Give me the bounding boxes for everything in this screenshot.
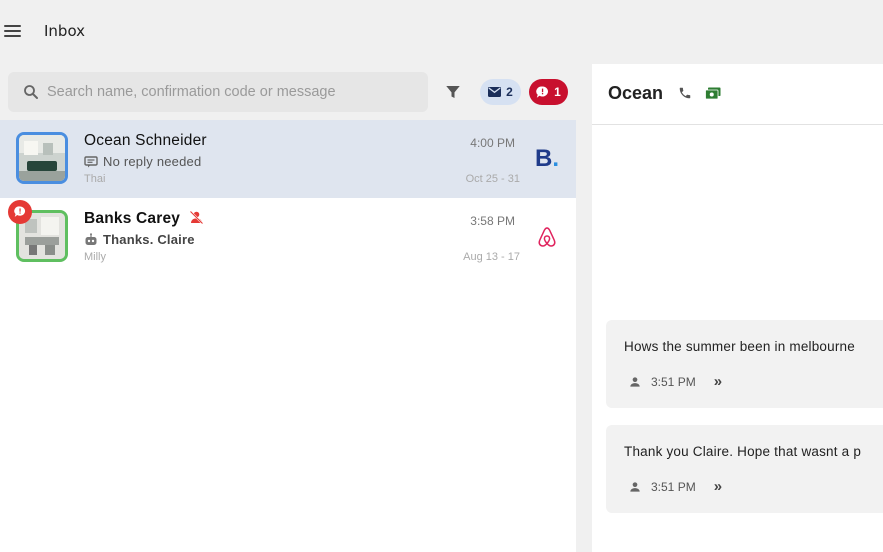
room-name: Thai [84, 173, 106, 185]
booking-logo-dot: . [552, 145, 559, 172]
person-icon [630, 481, 640, 492]
top-bar: Inbox [0, 0, 883, 64]
alert-message-badge[interactable]: 1 [529, 79, 568, 105]
chat-alert-icon [536, 85, 549, 98]
message-time: 4:00 PM [470, 136, 515, 150]
person-off-icon [189, 210, 203, 225]
filter-icon[interactable] [444, 83, 462, 101]
booking-logo-icon: B. [534, 145, 560, 172]
conversation-header: Ocean [592, 64, 883, 125]
search-input[interactable] [47, 84, 427, 100]
payment-icon[interactable] [705, 87, 721, 100]
expand-chevron-icon[interactable]: » [714, 478, 722, 495]
search-toolbar: 2 1 [0, 64, 576, 120]
conversation-detail-pane: Ocean Hows the summer been in melbourne … [592, 64, 883, 552]
last-message-preview: Thanks. Claire [84, 232, 195, 247]
room-name: Milly [84, 251, 106, 263]
guest-name-text: Banks Carey [84, 210, 181, 227]
conversation-item[interactable]: Banks Carey Thanks. Claire Milly 3:58 PM… [0, 198, 576, 276]
pane-divider [576, 64, 592, 552]
comment-off-icon [84, 155, 98, 167]
hamburger-menu-icon[interactable] [4, 23, 21, 39]
stay-dates: Oct 25 - 31 [465, 173, 520, 185]
unread-mail-count: 2 [506, 85, 513, 99]
message-bubble: Thank you Claire. Hope that wasnt a p 3:… [606, 425, 883, 513]
conversation-status-text: No reply needed [103, 154, 202, 169]
message-text: Thank you Claire. Hope that wasnt a p [624, 444, 862, 459]
conversation-guest-name: Ocean [608, 83, 664, 103]
message-time: 3:58 PM [470, 214, 515, 228]
property-thumbnail [16, 132, 68, 184]
message-time: 3:51 PM [651, 479, 696, 494]
page-title: Inbox [44, 22, 86, 40]
message-meta: 3:51 PM » [628, 478, 722, 495]
person-icon [630, 376, 640, 387]
airbnb-logo-icon [534, 224, 560, 250]
last-message-text: Thanks. Claire [103, 232, 195, 247]
message-text: Hows the summer been in melbourne [624, 339, 855, 354]
search-icon [24, 85, 38, 99]
stay-dates: Aug 13 - 17 [463, 251, 520, 263]
expand-chevron-icon[interactable]: » [714, 373, 722, 390]
conversation-item[interactable]: Ocean Schneider No reply needed Thai 4:0… [0, 120, 576, 198]
alert-icon [8, 200, 32, 224]
search-box[interactable] [8, 72, 428, 112]
guest-name: Ocean Schneider [84, 132, 207, 149]
guest-name: Banks Carey [84, 210, 204, 228]
conversation-list-pane: 2 1 Ocean Schneider No reply needed Thai… [0, 64, 576, 552]
booking-logo-letter: B [534, 145, 553, 172]
phone-icon[interactable] [678, 86, 692, 100]
message-meta: 3:51 PM » [628, 373, 722, 390]
mail-icon [488, 87, 502, 97]
unread-mail-badge[interactable]: 2 [480, 79, 521, 105]
conversation-status: No reply needed [84, 154, 201, 169]
robot-icon [85, 233, 97, 245]
message-bubble: Hows the summer been in melbourne 3:51 P… [606, 320, 883, 408]
alert-message-count: 1 [554, 85, 561, 99]
message-time: 3:51 PM [651, 374, 696, 389]
